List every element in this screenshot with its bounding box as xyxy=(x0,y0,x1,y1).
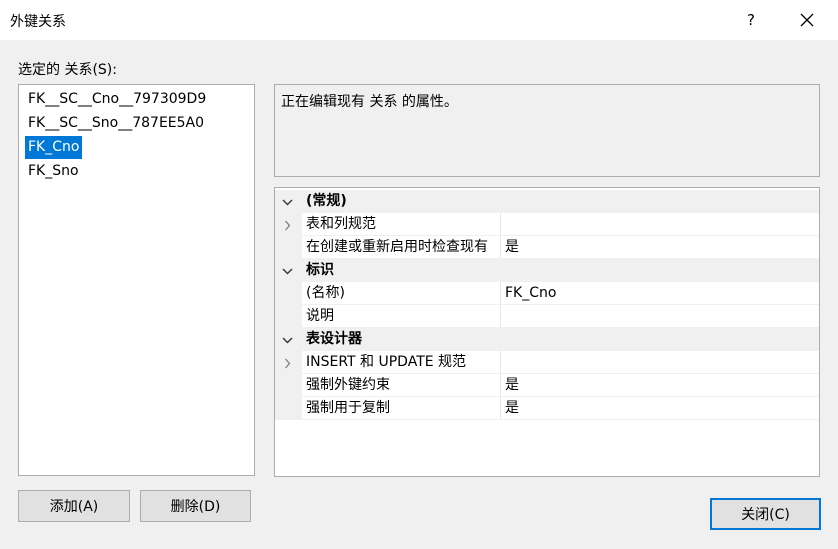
expand-chevron-icon[interactable] xyxy=(282,219,293,235)
property-row[interactable]: 表和列规范 xyxy=(275,213,819,236)
column-divider xyxy=(500,282,501,305)
row-gutter xyxy=(275,397,302,420)
property-value[interactable]: 是 xyxy=(505,397,519,420)
relationships-list[interactable]: FK__SC__Cno__797309D9 FK__SC__Sno__787EE5… xyxy=(18,84,255,476)
collapse-chevron-icon[interactable] xyxy=(282,334,293,350)
column-divider xyxy=(500,236,501,259)
relationship-item[interactable]: FK__SC__Cno__797309D9 xyxy=(25,88,209,111)
row-divider xyxy=(302,419,819,420)
close-window-button[interactable] xyxy=(784,0,830,40)
column-divider xyxy=(500,305,501,328)
property-name: (名称) xyxy=(306,285,345,301)
property-row[interactable]: 强制外键约束 是 xyxy=(275,374,819,397)
property-row[interactable]: 强制用于复制 是 xyxy=(275,397,819,420)
category-label: 表设计器 xyxy=(306,331,362,347)
property-row[interactable]: 说明 xyxy=(275,305,819,328)
description-text: 正在编辑现有 关系 的属性。 xyxy=(281,94,458,110)
close-icon xyxy=(800,13,814,27)
help-icon: ? xyxy=(747,11,755,29)
description-box: 正在编辑现有 关系 的属性。 xyxy=(274,84,820,177)
property-row[interactable]: 在创建或重新启用时检查现有 是 xyxy=(275,236,819,259)
help-button[interactable]: ? xyxy=(728,0,774,40)
row-gutter xyxy=(275,374,302,397)
relationship-item[interactable]: FK_Cno xyxy=(25,136,83,159)
property-grid[interactable]: (常规) 表和列规范 在创建或重新启用时检查现有是标识 (名称) FK_Cno 说明 表设计… xyxy=(274,187,820,477)
add-button[interactable]: 添加(A) xyxy=(18,490,130,522)
property-value[interactable]: 是 xyxy=(505,236,519,259)
close-button[interactable]: 关闭(C) xyxy=(710,498,821,530)
column-divider xyxy=(500,351,501,374)
property-name: 说明 xyxy=(306,308,334,324)
property-category[interactable]: (常规) xyxy=(275,190,819,213)
property-name: 表和列规范 xyxy=(306,216,376,232)
property-category[interactable]: 表设计器 xyxy=(275,328,819,351)
property-value[interactable]: 是 xyxy=(505,374,519,397)
category-label: (常规) xyxy=(306,193,347,209)
property-row[interactable]: INSERT 和 UPDATE 规范 xyxy=(275,351,819,374)
row-gutter xyxy=(275,236,302,259)
property-name: 在创建或重新启用时检查现有 xyxy=(306,239,488,255)
property-name: 强制用于复制 xyxy=(306,400,390,416)
collapse-chevron-icon[interactable] xyxy=(282,265,293,281)
collapse-chevron-icon[interactable] xyxy=(282,196,293,212)
column-divider xyxy=(500,374,501,397)
relationship-item[interactable]: FK_Sno xyxy=(25,160,82,183)
column-divider xyxy=(500,397,501,420)
property-value[interactable]: FK_Cno xyxy=(505,282,556,305)
relationships-label: 选定的 关系(S): xyxy=(18,62,117,78)
property-name: INSERT 和 UPDATE 规范 xyxy=(306,354,467,370)
category-label: 标识 xyxy=(306,262,334,278)
relationship-item[interactable]: FK__SC__Sno__787EE5A0 xyxy=(25,112,207,135)
window-title: 外键关系 xyxy=(10,14,66,30)
delete-button[interactable]: 删除(D) xyxy=(140,490,251,522)
column-divider xyxy=(500,213,501,236)
title-bar: 外键关系 ? xyxy=(0,0,838,40)
row-gutter xyxy=(275,282,302,305)
property-row[interactable]: (名称) FK_Cno xyxy=(275,282,819,305)
row-gutter xyxy=(275,305,302,328)
expand-chevron-icon[interactable] xyxy=(282,357,293,373)
property-name: 强制外键约束 xyxy=(306,377,390,393)
property-category[interactable]: 标识 xyxy=(275,259,819,282)
